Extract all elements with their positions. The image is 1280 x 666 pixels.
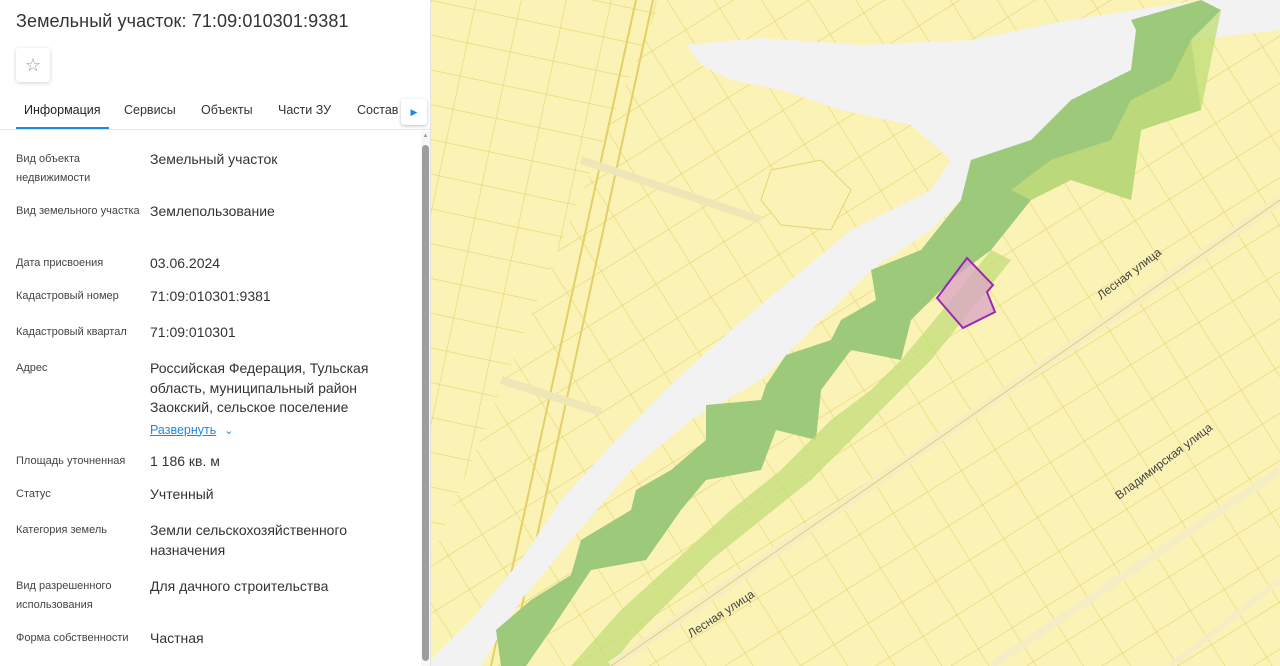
chevron-down-icon[interactable]: ⌄ <box>224 422 233 442</box>
tab-composition[interactable]: Состав <box>349 92 406 129</box>
map-svg[interactable]: Лесная улица Лесная улица Владимирская у… <box>431 0 1280 666</box>
value-area: 1 186 кв. м <box>150 453 220 469</box>
value-cadastral-quarter: 71:09:010301 <box>150 324 236 340</box>
label-object-type: Вид объекта недвижимости <box>16 153 91 184</box>
tab-information[interactable]: Информация <box>16 92 109 129</box>
value-ownership: Частная <box>150 630 204 646</box>
tab-objects[interactable]: Объекты <box>193 92 261 129</box>
scroll-up-icon[interactable]: ▲ <box>421 131 430 141</box>
page-title: Земельный участок: 71:09:010301:9381 <box>16 11 349 31</box>
label-address: Адрес <box>16 362 48 374</box>
value-land-category: Земли сельскохозяйственного назначения <box>150 522 348 558</box>
value-object-type: Земельный участок <box>150 151 278 167</box>
map-canvas[interactable]: Лесная улица Лесная улица Владимирская у… <box>431 0 1280 666</box>
label-parcel-type: Вид земельного участка <box>16 205 140 217</box>
value-status: Учтенный <box>150 486 214 502</box>
label-status: Статус <box>16 488 51 500</box>
favorite-button[interactable]: ☆ <box>16 48 50 82</box>
label-cadastral-quarter: Кадастровый квартал <box>16 326 127 338</box>
value-assign-date: 03.06.2024 <box>150 255 221 271</box>
value-cadastral-number: 71:09:010301:9381 <box>150 288 271 304</box>
caret-right-icon: ▶ <box>410 106 418 117</box>
value-address: Российская Федерация, Тульская область, … <box>150 359 400 441</box>
scrollbar-thumb[interactable] <box>422 145 429 661</box>
tab-bar: Информация Сервисы Объекты Части ЗУ Сост… <box>0 92 430 130</box>
label-area: Площадь уточненная <box>16 455 126 467</box>
star-outline-icon: ☆ <box>24 54 42 75</box>
tab-parcel-parts[interactable]: Части ЗУ <box>270 92 339 129</box>
label-cadastral-number: Кадастровый номер <box>16 290 119 302</box>
expand-address-link[interactable]: Развернуть <box>150 423 216 437</box>
tabs-scroll-right-button[interactable]: ▶ <box>401 99 427 125</box>
value-permitted-use: Для дачного строительства <box>150 578 329 594</box>
label-permitted-use: Вид разрешенного использования <box>16 580 112 611</box>
label-ownership: Форма собственности <box>16 632 129 644</box>
label-land-category: Категория земель <box>16 524 107 536</box>
label-assign-date: Дата присвоения <box>16 257 104 269</box>
info-panel: Земельный участок: 71:09:010301:9381 ☆ И… <box>0 0 431 666</box>
tab-services[interactable]: Сервисы <box>116 92 184 129</box>
address-text: Российская Федерация, Тульская область, … <box>150 360 369 415</box>
value-parcel-type: Землепользование <box>150 203 275 219</box>
